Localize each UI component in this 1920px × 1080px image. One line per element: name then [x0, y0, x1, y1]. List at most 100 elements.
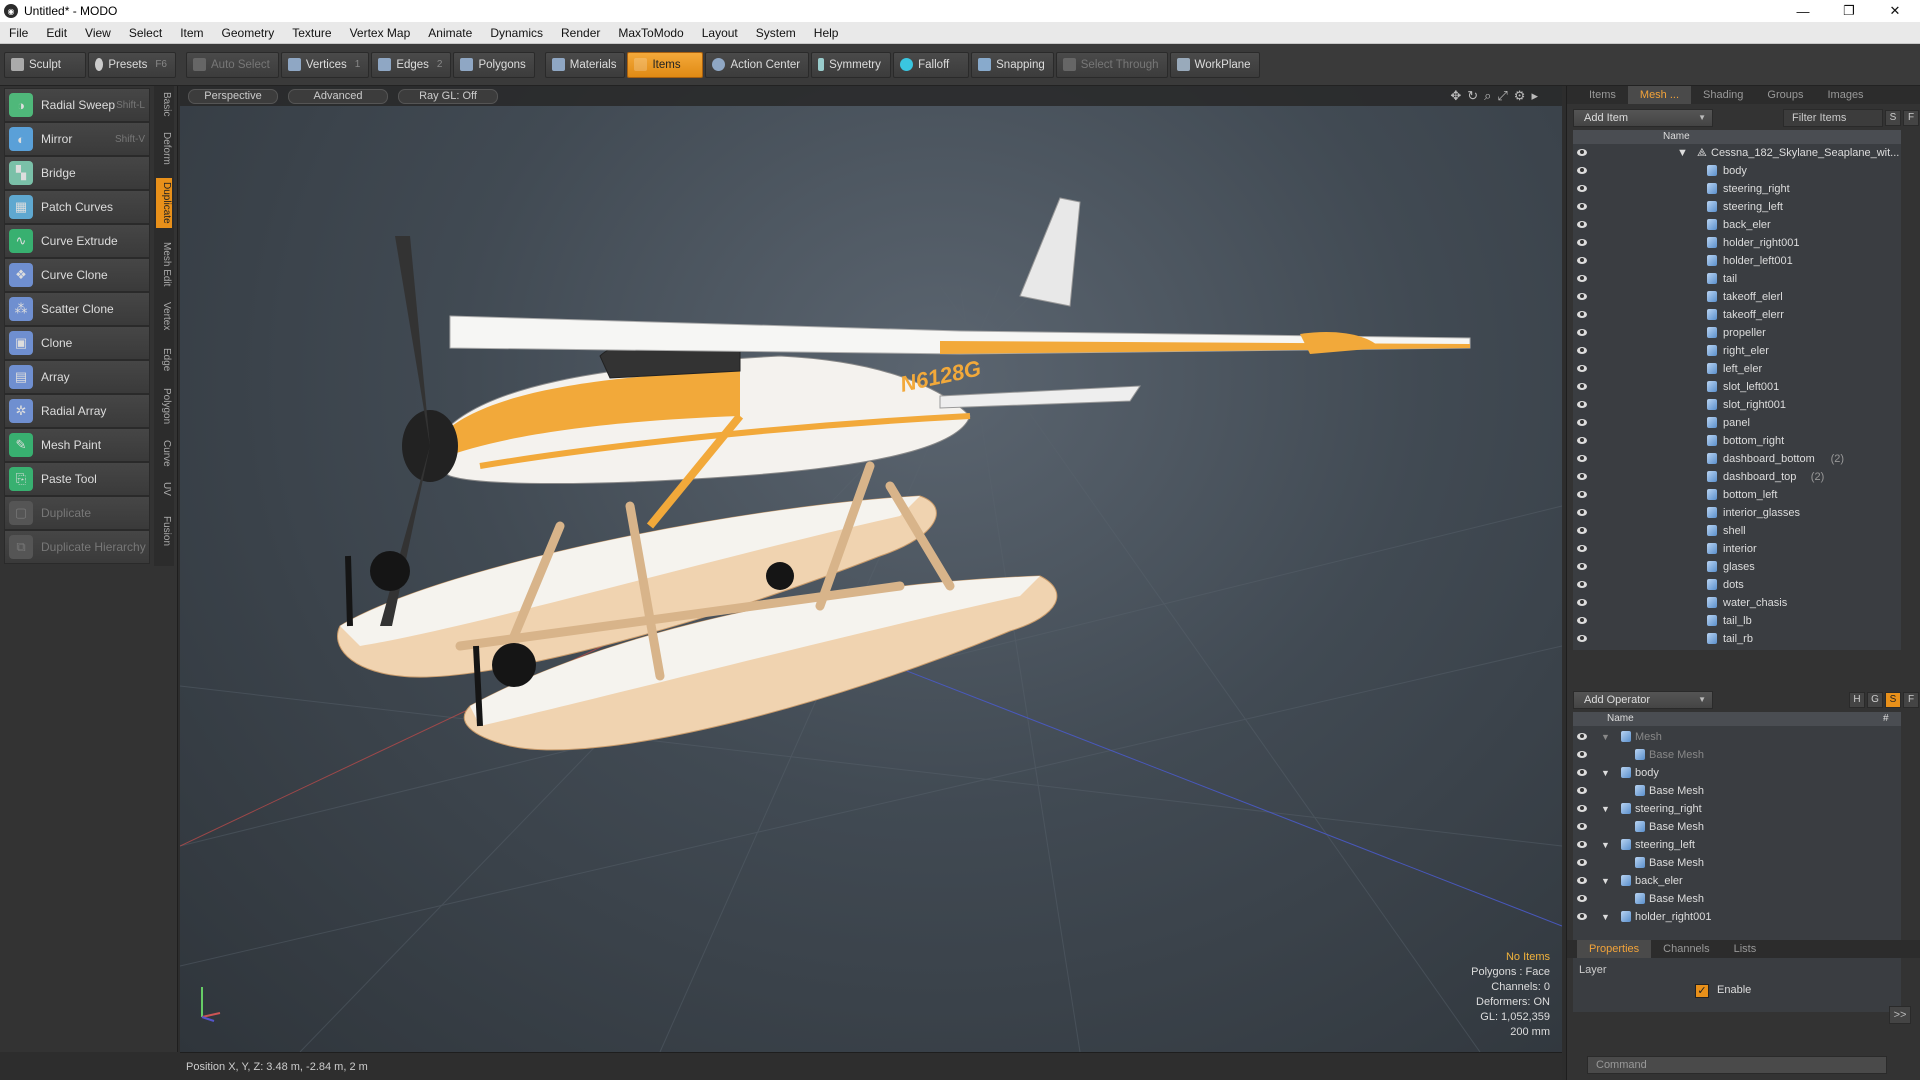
visibility-eye-icon[interactable] — [1577, 203, 1587, 210]
presets-button[interactable]: Presets F6 — [88, 51, 176, 78]
tab-mesh-edit[interactable]: Mesh Edit — [156, 238, 172, 290]
operator-row[interactable]: Base Mesh — [1573, 746, 1901, 764]
tab-vertex[interactable]: Vertex — [156, 298, 172, 334]
visibility-eye-icon[interactable] — [1577, 383, 1587, 390]
scatter-clone-tool[interactable]: ⁂ Scatter Clone — [4, 292, 150, 326]
op-name-column-header[interactable]: Name — [1607, 712, 1634, 726]
item-row[interactable]: glases — [1573, 558, 1901, 576]
add-item-dropdown[interactable]: Add Item — [1573, 109, 1713, 127]
visibility-eye-icon[interactable] — [1577, 635, 1587, 642]
item-row[interactable]: body — [1573, 162, 1901, 180]
visibility-eye-icon[interactable] — [1577, 617, 1587, 624]
seaplane-model[interactable] — [337, 197, 1471, 751]
viewport-nav-icons[interactable]: ✥↻⌕⤢⚙▸ — [1450, 88, 1544, 104]
menu-dynamics[interactable]: Dynamics — [481, 22, 552, 44]
edges-button[interactable]: Edges 2 — [371, 51, 452, 78]
visibility-eye-icon[interactable] — [1577, 599, 1587, 606]
visibility-eye-icon[interactable] — [1577, 823, 1587, 830]
g-button[interactable]: G — [1867, 692, 1883, 708]
radial-array-tool[interactable]: ✲ Radial Array — [4, 394, 150, 428]
visibility-eye-icon[interactable] — [1577, 751, 1587, 758]
tab-channels[interactable]: Channels — [1651, 940, 1721, 958]
item-row[interactable]: tail — [1573, 270, 1901, 288]
visibility-eye-icon[interactable] — [1577, 239, 1587, 246]
menu-texture[interactable]: Texture — [283, 22, 340, 44]
expand-arrow-icon[interactable]: ▼ — [1601, 764, 1610, 782]
workplane-button[interactable]: WorkPlane — [1169, 51, 1260, 78]
s-button[interactable]: S — [1885, 110, 1901, 126]
visibility-eye-icon[interactable] — [1577, 877, 1587, 884]
auto-select-button[interactable]: Auto Select — [186, 51, 279, 78]
visibility-eye-icon[interactable] — [1577, 419, 1587, 426]
operator-row[interactable]: Base Mesh — [1573, 890, 1901, 908]
visibility-eye-icon[interactable] — [1577, 769, 1587, 776]
curve-extrude-tool[interactable]: ∿ Curve Extrude — [4, 224, 150, 258]
h-button[interactable]: H — [1849, 692, 1865, 708]
restore-button[interactable]: ❐ — [1826, 0, 1872, 22]
item-row[interactable]: interior_glasses — [1573, 504, 1901, 522]
mirror-tool[interactable]: ◐ Mirror Shift-V — [4, 122, 150, 156]
visibility-eye-icon[interactable] — [1577, 509, 1587, 516]
tab-polygon[interactable]: Polygon — [156, 384, 172, 428]
visibility-eye-icon[interactable] — [1577, 805, 1587, 812]
item-row[interactable]: bottom_left — [1573, 486, 1901, 504]
item-row[interactable]: dashboard_bottom (2) — [1573, 450, 1901, 468]
polygons-button[interactable]: Polygons — [453, 51, 535, 78]
tab-lists[interactable]: Lists — [1722, 940, 1769, 958]
tab-properties[interactable]: Properties — [1577, 940, 1652, 958]
menu-view[interactable]: View — [76, 22, 120, 44]
item-row[interactable]: slot_right001 — [1573, 396, 1901, 414]
mesh-paint-tool[interactable]: ✎ Mesh Paint — [4, 428, 150, 462]
tab-shading[interactable]: Shading — [1691, 86, 1755, 104]
minimize-button[interactable]: — — [1780, 0, 1826, 22]
close-button[interactable]: ✕ — [1872, 0, 1918, 22]
visibility-eye-icon[interactable] — [1577, 841, 1587, 848]
menu-file[interactable]: File — [0, 22, 37, 44]
paste-tool[interactable]: ⎘ Paste Tool — [4, 462, 150, 496]
perspective-dropdown[interactable]: Perspective — [188, 88, 278, 104]
items-button[interactable]: Items — [627, 51, 704, 78]
item-row[interactable]: steering_right — [1573, 180, 1901, 198]
operator-row[interactable]: steering_left ▼ — [1573, 836, 1901, 854]
item-row[interactable]: slot_left001 — [1573, 378, 1901, 396]
visibility-eye-icon[interactable] — [1577, 733, 1587, 740]
visibility-eye-icon[interactable] — [1577, 185, 1587, 192]
command-input[interactable]: Command — [1587, 1056, 1887, 1074]
visibility-eye-icon[interactable] — [1577, 311, 1587, 318]
menu-system[interactable]: System — [747, 22, 805, 44]
operator-row[interactable]: Mesh ▼ — [1573, 728, 1901, 746]
tab-basic[interactable]: Basic — [156, 88, 172, 120]
item-root-row[interactable]: ▼ ⟁ Cessna_182_Skylane_Seaplane_wit... — [1573, 144, 1901, 162]
expand-arrow-icon[interactable]: ▼ — [1601, 872, 1610, 890]
filter-items-input[interactable]: Filter Items — [1783, 109, 1883, 127]
snapping-button[interactable]: Snapping — [971, 51, 1054, 78]
operator-row[interactable]: back_eler ▼ — [1573, 872, 1901, 890]
duplicate-hierarchy-tool[interactable]: ⧉ Duplicate Hierarchy — [4, 530, 150, 564]
menu-vertex-map[interactable]: Vertex Map — [341, 22, 420, 44]
add-operator-dropdown[interactable]: Add Operator — [1573, 691, 1713, 709]
visibility-eye-icon[interactable] — [1577, 895, 1587, 902]
falloff-button[interactable]: Falloff — [893, 51, 970, 78]
visibility-eye-icon[interactable] — [1577, 221, 1587, 228]
item-row[interactable]: holder_right001 — [1573, 234, 1901, 252]
item-row[interactable]: water_chasis — [1573, 594, 1901, 612]
visibility-eye-icon[interactable] — [1577, 563, 1587, 570]
tab-items[interactable]: Items — [1577, 86, 1628, 104]
operator-row[interactable]: Base Mesh — [1573, 818, 1901, 836]
operator-row[interactable]: Base Mesh — [1573, 854, 1901, 872]
enable-checkbox[interactable]: ✓ — [1695, 984, 1709, 998]
tab-edge[interactable]: Edge — [156, 344, 172, 375]
name-column-header[interactable]: Name — [1663, 130, 1690, 144]
materials-button[interactable]: Materials — [544, 51, 626, 78]
operator-row[interactable]: Base Mesh — [1573, 782, 1901, 800]
expand-arrow-icon[interactable]: ▼ — [1601, 800, 1610, 818]
tab-curve[interactable]: Curve — [156, 436, 172, 471]
item-row[interactable]: steering_left — [1573, 198, 1901, 216]
item-row[interactable]: takeoff_elerr — [1573, 306, 1901, 324]
menu-help[interactable]: Help — [805, 22, 848, 44]
operator-row[interactable]: holder_right001 ▼ — [1573, 908, 1901, 926]
item-row[interactable]: propeller — [1573, 324, 1901, 342]
visibility-eye-icon[interactable] — [1577, 437, 1587, 444]
menu-animate[interactable]: Animate — [419, 22, 481, 44]
operator-row[interactable]: body ▼ — [1573, 764, 1901, 782]
